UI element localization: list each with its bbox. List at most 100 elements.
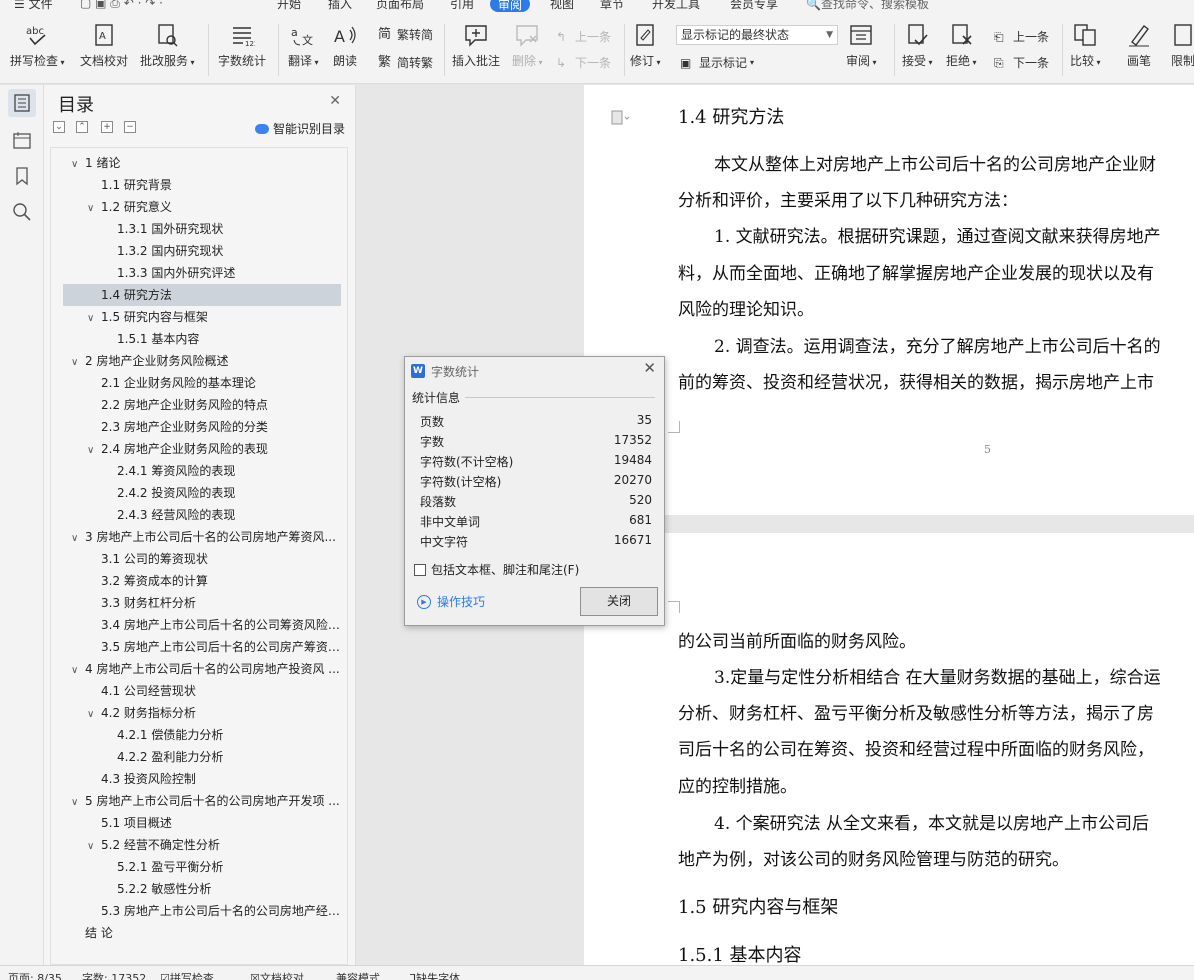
toc-item[interactable]: 1.1 研究背景: [63, 174, 341, 196]
expand-up-icon[interactable]: ⌃: [76, 121, 88, 133]
toc-item[interactable]: 5.1 项目概述: [63, 812, 341, 834]
chevron-down-icon[interactable]: ∨: [87, 836, 101, 856]
toc-item[interactable]: 1.3.1 国外研究现状: [63, 218, 341, 240]
tab-view[interactable]: 视图: [550, 0, 574, 12]
toc-item[interactable]: 3.3 财务杠杆分析: [63, 592, 341, 614]
toc-item[interactable]: 2.4.2 投资风险的表现: [63, 482, 341, 504]
word-count-button[interactable]: 123 字数统计: [218, 22, 266, 69]
missing-font-indicator[interactable]: Ꞁ缺失字体: [410, 970, 460, 980]
tips-link[interactable]: ▶ 操作技巧: [417, 593, 485, 610]
toc-item[interactable]: 1.4 研究方法: [63, 284, 341, 306]
track-changes-button[interactable]: 修订 ▾: [630, 22, 661, 69]
collapse-all-icon[interactable]: ⌄: [53, 121, 65, 133]
close-icon[interactable]: ✕: [329, 93, 341, 109]
page-indicator[interactable]: 页面: 8/35: [8, 970, 62, 980]
remove-heading-icon[interactable]: −: [124, 121, 136, 133]
toc-item[interactable]: 5.2.2 敏感性分析: [63, 878, 341, 900]
toc-item[interactable]: 2.4.3 经营风险的表现: [63, 504, 341, 526]
pen-button[interactable]: 画笔: [1126, 22, 1152, 69]
to-traditional-button[interactable]: 简繁转简: [378, 26, 433, 43]
toc-item[interactable]: 1.3.2 国内研究现状: [63, 240, 341, 262]
checkbox-unchecked-icon[interactable]: [414, 563, 426, 576]
chevron-down-icon[interactable]: ∨: [87, 308, 101, 328]
chevron-down-icon[interactable]: ∨: [87, 440, 101, 460]
tab-review[interactable]: 审阅: [490, 0, 531, 12]
smart-toc-button[interactable]: 智能识别目录: [254, 120, 345, 137]
insert-comment-button[interactable]: 插入批注: [452, 22, 500, 69]
toc-item[interactable]: ∨ 5 房地产上市公司后十名的公司房地产开发项 ...: [63, 790, 341, 812]
toc-item[interactable]: 1.5.1 基本内容: [63, 328, 341, 350]
tab-developer[interactable]: 开发工具: [652, 0, 700, 12]
toc-item[interactable]: ∨ 1.5 研究内容与框架: [63, 306, 341, 328]
toc-item[interactable]: ∨ 1.2 研究意义: [63, 196, 341, 218]
toc-item[interactable]: ∨ 4.2 财务指标分析: [63, 702, 341, 724]
next-comment-button[interactable]: ↳ 下一条: [556, 54, 611, 71]
toc-item[interactable]: 4.3 投资风险控制: [63, 768, 341, 790]
show-markup-button[interactable]: ▣ 显示标记 ▾: [680, 54, 754, 71]
command-search[interactable]: 🔍查找命令、搜索模板: [806, 0, 929, 12]
tab-references[interactable]: 引用: [450, 0, 474, 12]
compare-button[interactable]: 比较 ▾: [1070, 22, 1101, 69]
prev-comment-button[interactable]: ↰ 上一条: [556, 28, 611, 45]
status-spell-check[interactable]: ☑拼写检查: [160, 970, 214, 980]
document-page[interactable]: 1.4 研究方法 本文从整体上对房地产上市公司后十名的公司房地产企业财 分析和评…: [584, 85, 1194, 515]
document-options-icon[interactable]: [610, 109, 630, 127]
toc-item[interactable]: 结 论: [63, 922, 341, 944]
chevron-down-icon[interactable]: ∨: [71, 528, 85, 548]
chevron-down-icon[interactable]: ∨: [87, 198, 101, 218]
chapter-nav-icon[interactable]: [11, 129, 33, 151]
status-doc-proof[interactable]: ☒文档校对: [250, 970, 304, 980]
toc-item[interactable]: 2.1 企业财务风险的基本理论: [63, 372, 341, 394]
chevron-down-icon[interactable]: ∨: [71, 660, 85, 680]
chevron-down-icon[interactable]: ∨: [87, 704, 101, 724]
chevron-down-icon[interactable]: ∨: [71, 154, 85, 174]
word-count-indicator[interactable]: 字数: 17352: [82, 970, 146, 980]
toc-item[interactable]: ∨ 3 房地产上市公司后十名的公司房地产筹资风...: [63, 526, 341, 548]
bookmark-icon[interactable]: [11, 165, 33, 187]
toc-item[interactable]: 2.4.1 筹资风险的表现: [63, 460, 341, 482]
toc-item[interactable]: 3.5 房地产上市公司后十名的公司房产筹资 ...: [63, 636, 341, 658]
file-menu[interactable]: ☰ 文件: [14, 0, 53, 12]
toc-item[interactable]: ∨ 5.2 经营不确定性分析: [63, 834, 341, 856]
tab-home[interactable]: 开始: [277, 0, 301, 12]
markup-state-select[interactable]: 显示标记的最终状态 ▼: [676, 25, 838, 45]
tab-member[interactable]: 会员专享: [730, 0, 778, 12]
spell-check-button[interactable]: abc 拼写检查 ▾: [10, 22, 65, 69]
restrict-edit-button[interactable]: 限制: [1170, 22, 1194, 69]
read-aloud-button[interactable]: A 朗读: [332, 22, 358, 69]
toc-panel-icon[interactable]: [8, 89, 36, 117]
tab-chapter[interactable]: 章节: [600, 0, 624, 12]
toc-item[interactable]: 4.1 公司经营现状: [63, 680, 341, 702]
dialog-title-bar[interactable]: W 字数统计: [411, 361, 479, 381]
toc-item[interactable]: 4.2.2 盈利能力分析: [63, 746, 341, 768]
toc-item[interactable]: 2.3 房地产企业财务风险的分类: [63, 416, 341, 438]
quick-access-icons[interactable]: ▢ ▣ ⎙ ↶ · ↷ ·: [80, 0, 163, 11]
delete-comment-button[interactable]: 删除 ▾: [512, 22, 543, 69]
toc-item[interactable]: 3.4 房地产上市公司后十名的公司筹资风险 ...: [63, 614, 341, 636]
prev-change-button[interactable]: ⎗ 上一条: [994, 28, 1049, 45]
toc-item[interactable]: 5.3 房地产上市公司后十名的公司房地产经 ...: [63, 900, 341, 922]
toc-item[interactable]: 2.2 房地产企业财务风险的特点: [63, 394, 341, 416]
chevron-down-icon[interactable]: ∨: [71, 352, 85, 372]
toc-item[interactable]: 4.2.1 偿债能力分析: [63, 724, 341, 746]
doc-proof-button[interactable]: A 文档校对: [80, 22, 128, 69]
toc-item[interactable]: 3.2 筹资成本的计算: [63, 570, 341, 592]
to-simplified-button[interactable]: 繁简转繁: [378, 54, 433, 71]
document-page[interactable]: 的公司当前所面临的财务风险。 3.定量与定性分析相结合 在大量财务数据的基础上，…: [584, 533, 1194, 965]
toc-item[interactable]: ∨ 2 房地产企业财务风险概述: [63, 350, 341, 372]
toc-item[interactable]: ∨ 4 房地产上市公司后十名的公司房地产投资风 ...: [63, 658, 341, 680]
tab-insert[interactable]: 插入: [328, 0, 352, 12]
dialog-close-icon[interactable]: ✕: [643, 359, 656, 377]
toc-item[interactable]: ∨ 2.4 房地产企业财务风险的表现: [63, 438, 341, 460]
revise-service-button[interactable]: 批改服务 ▾: [140, 22, 195, 69]
include-notes-checkbox[interactable]: 包括文本框、脚注和尾注(F): [414, 561, 579, 578]
close-dialog-button[interactable]: 关闭: [580, 587, 658, 616]
add-heading-icon[interactable]: +: [101, 121, 113, 133]
toc-item[interactable]: 1.3.3 国内外研究评述: [63, 262, 341, 284]
translate-button[interactable]: a文 翻译 ▾: [288, 22, 319, 69]
toc-item[interactable]: 3.1 公司的筹资现状: [63, 548, 341, 570]
toc-item[interactable]: ∨ 1 绪论: [63, 152, 341, 174]
toc-item[interactable]: 5.2.1 盈亏平衡分析: [63, 856, 341, 878]
accept-button[interactable]: 接受 ▾: [902, 22, 933, 69]
reject-button[interactable]: 拒绝 ▾: [946, 22, 977, 69]
